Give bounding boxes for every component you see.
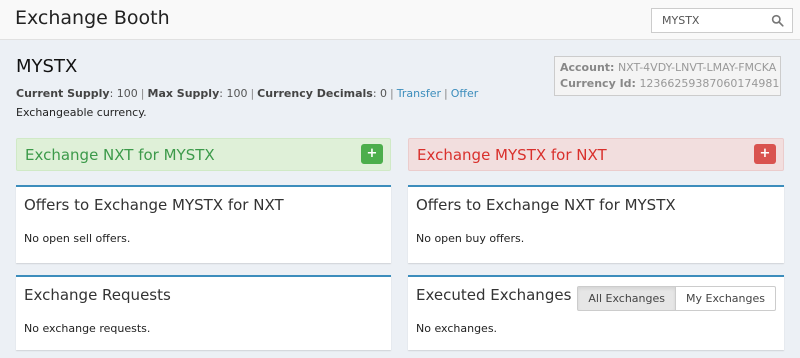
sell-offers-panel: Offers to Exchange MYSTX for NXT No open… [16,185,391,263]
executed-exchanges-panel: Executed Exchanges All Exchanges My Exch… [408,275,784,350]
current-supply-value: 100 [116,87,138,100]
search-icon[interactable] [771,14,784,27]
account-info-box: Account: NXT-4VDY-LNVT-LMAY-FMCKA Curren… [554,56,781,96]
exchange-requests-title: Exchange Requests [24,286,171,304]
executed-exchanges-title: Executed Exchanges [416,286,572,304]
currency-id-value: 12366259387060174981 [639,77,780,90]
sell-offers-empty-text: No open sell offers. [24,232,131,245]
decimals-value: 0 [380,87,388,100]
exchange-buy-label: Exchange NXT for MYSTX [25,146,215,164]
exchange-sell-box: Exchange MYSTX for NXT + [408,138,784,171]
buy-offers-empty-text: No open buy offers. [416,232,525,245]
executed-filter-group: All Exchanges My Exchanges [577,286,776,311]
buy-offers-title: Offers to Exchange NXT for MYSTX [416,196,676,214]
exchange-requests-empty-text: No exchange requests. [24,322,151,335]
all-exchanges-button[interactable]: All Exchanges [577,286,677,311]
exchange-sell-add-button[interactable]: + [754,144,776,164]
exchange-requests-panel: Exchange Requests No exchange requests. [16,275,391,350]
transfer-link[interactable]: Transfer [397,87,441,100]
exchange-buy-box: Exchange NXT for MYSTX + [16,138,391,171]
search-box[interactable] [651,8,793,33]
sell-offers-title: Offers to Exchange MYSTX for NXT [24,196,284,214]
asset-meta: Current Supply: 100 | Max Supply: 100 | Curr… [16,87,479,100]
asset-description: Exchangeable currency. [16,106,147,119]
offer-link[interactable]: Offer [451,87,479,100]
decimals-label: Currency Decimals [257,87,373,100]
max-supply-label: Max Supply [147,87,220,100]
account-label: Account: [560,61,615,74]
buy-offers-panel: Offers to Exchange NXT for MYSTX No open… [408,185,784,263]
app-title: Exchange Booth [15,7,170,29]
exchange-buy-add-button[interactable]: + [361,144,383,164]
my-exchanges-button[interactable]: My Exchanges [676,286,776,311]
asset-name: MYSTX [16,56,78,77]
top-navbar: Exchange Booth [0,0,800,40]
exchange-sell-label: Exchange MYSTX for NXT [417,146,607,164]
search-input[interactable] [652,9,767,32]
currency-id-label: Currency Id: [560,77,636,90]
current-supply-label: Current Supply [16,87,110,100]
max-supply-value: 100 [226,87,248,100]
executed-exchanges-empty-text: No exchanges. [416,322,498,335]
account-value: NXT-4VDY-LNVT-LMAY-FMCKA [617,61,777,74]
